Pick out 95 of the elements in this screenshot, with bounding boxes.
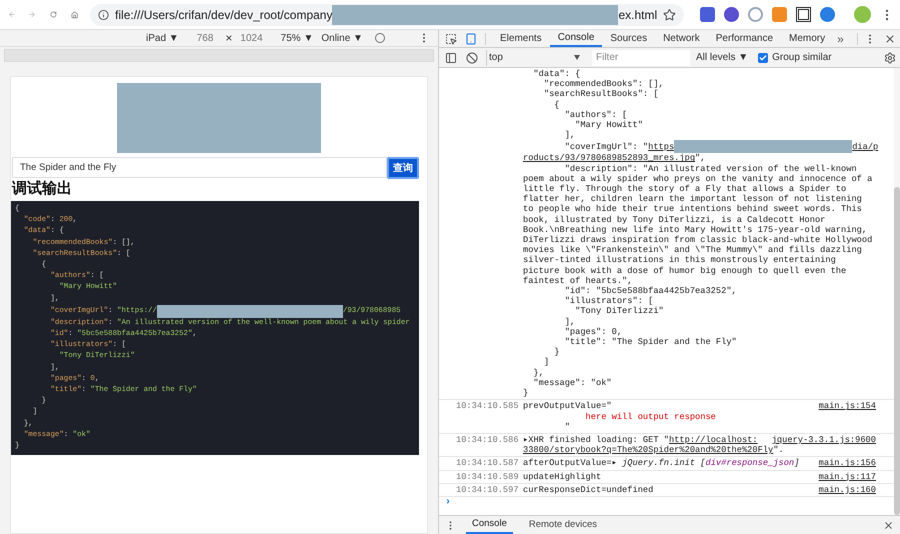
console-text: here will output response [584,412,716,422]
extension-icon[interactable] [724,7,739,22]
settings-icon[interactable] [884,52,896,64]
bookmark-star-icon[interactable] [663,8,676,22]
source-link[interactable]: jquery-3.3.1.js:9600 [772,434,876,446]
sidebar-toggle-icon[interactable] [445,52,457,64]
console-text: ] [542,357,550,368]
device-select[interactable]: iPad ▼ [146,30,179,46]
address-bar[interactable]: file:///Users/crifan/dev/dev_root/company ex.html [90,4,684,26]
console-text: "description": "An illustrated version of the well-known [564,164,857,174]
zoom-select[interactable]: 75% ▼ [280,30,314,46]
console-text: "searchResultBooks": [ [542,89,659,100]
info-icon[interactable] [98,8,110,20]
log-timestamp: 10:34:10.597 [456,484,520,495]
height-value[interactable]: 1024 [240,30,263,46]
close-icon[interactable] [883,520,894,530]
scrollbar[interactable] [894,68,900,515]
close-icon[interactable] [884,32,896,44]
devtools-tab[interactable]: Sources [602,30,656,47]
times-sign: × [225,30,232,47]
search-field[interactable]: The Spider and the Fly [12,157,387,178]
log-timestamp: 10:34:10.589 [456,472,520,482]
console-text: ▸XHR finished loading: GET "http://localhost: [523,434,758,446]
drawer-tab[interactable]: Remote devices [522,516,603,534]
console-text: }, [532,368,544,378]
console-text: flatter her, children learn the important lesson of not listening [523,194,862,204]
console-text: " [564,422,570,432]
link[interactable]: 33800/storybook?q=The%20Spider%20and%20the%20Fly [523,445,774,456]
console-text: afterOutputValue=▸ jQuery.fn.init [div#response_json] [523,458,800,469]
filter-field[interactable]: Filter [592,50,690,66]
search-button[interactable]: 查询 [387,157,419,179]
console-text: { [553,100,560,110]
console-text: prevOutputValue=" [523,401,612,412]
console-text: "authors": [ [564,110,628,120]
drawer-tab[interactable]: Console [466,516,513,534]
console-text: "pages": 0, [564,326,622,338]
rotate-icon[interactable] [374,33,385,43]
console-text: } [523,388,528,398]
link[interactable]: dia/p [852,142,878,152]
dropdown-caret-icon [574,55,580,60]
console-text: movies like \"Frankenstein\" and \"The Mummy\" and fills dazzling [523,245,862,256]
console-text: silver-tinted illustrations in this monstrously entertaining [523,255,836,266]
link[interactable]: roducts/93/9780689852893_mres.jpg [523,153,696,164]
console-text: "recommendedBooks": [], [542,79,664,90]
extension-icon[interactable] [796,7,811,22]
console-text: "message": "ok" [532,378,612,388]
console-text: "id": "5bc5e588bfaa4425b7ea3252", [564,286,737,296]
source-link[interactable]: main.js:156 [818,458,876,469]
console-text: little fly. Through the story of a Fly that allows a Spider to [523,184,846,194]
console-text: poem about a wily spider who preys on the vanity and innocence of a [523,174,872,184]
console-text: faintest of hearts.", [523,276,632,286]
source-link[interactable]: main.js:154 [818,401,876,412]
console-text: updateHighlight [523,472,602,482]
log-timestamp: 10:34:10.586 [456,434,520,447]
log-timestamp: 10:34:10.585 [456,401,520,414]
section-heading: 调试输出 [11,179,73,199]
source-link[interactable]: main.js:160 [818,484,876,495]
devtools-tab[interactable]: Network [655,30,708,47]
console-text: "Mary Howitt" [574,120,643,130]
console-text: ], [564,130,576,140]
source-link[interactable]: main.js:117 [818,472,876,482]
console-text: "data": { [532,69,580,80]
checkbox-label: Group similar [772,51,832,65]
address-text: ex.html [618,6,658,24]
console-text: Book.\nBreathing new life into Mary Howitt's 175-year-old warning, [523,224,868,236]
console-text: "illustrators": [ [564,296,654,306]
devtools-tab[interactable]: Memory [781,30,834,47]
console-text: curResponseDict=undefined [523,484,654,495]
console-text: } [553,347,560,358]
width-value[interactable]: 768 [196,30,214,46]
group-similar-checkbox[interactable] [758,52,768,62]
devtools-tab[interactable]: Elements [492,30,550,47]
console-text: "title": "The Spider and the Fly" [564,337,737,348]
address-text: file:///Users/crifan/dev/dev_root/company [115,6,332,24]
device-mode-icon[interactable] [465,32,477,44]
more-tabs-button[interactable]: » [837,30,844,48]
console-text: ], [564,316,576,327]
link[interactable]: https [648,142,674,152]
console-text: DiTerlizzi draws inspiration from classic black-and-white Hollywood [523,235,872,246]
devtools-tab[interactable]: Performance [708,30,782,47]
inspect-icon[interactable] [445,32,457,44]
clear-console-icon[interactable] [466,52,478,64]
context-select[interactable]: top [486,50,582,66]
console-text: picture book with a dose of humor big enough to quell even the [523,266,846,276]
console-text: "coverImgUrl": " [564,142,648,152]
console-text: "Tony DiTerlizzi" [574,306,664,317]
console-text: to people who hide their true intentions behind sweet words. This [523,204,862,215]
console-text: book, illustrated by Tony DiTerlizzi, is a Caldecott Honor [523,214,826,225]
console-text: 33800/storybook?q=The%20Spider%20and%20the%20Fly". [523,445,784,456]
log-levels-select[interactable]: All levels ▼ [696,50,748,65]
network-select[interactable]: Online ▼ [321,30,363,46]
console-text: roducts/93/9780689852893_mres.jpg", [523,153,706,164]
log-timestamp: 10:34:10.587 [456,458,520,469]
link[interactable]: http://localhost: [669,434,758,445]
console-prompt[interactable]: › [445,496,452,508]
